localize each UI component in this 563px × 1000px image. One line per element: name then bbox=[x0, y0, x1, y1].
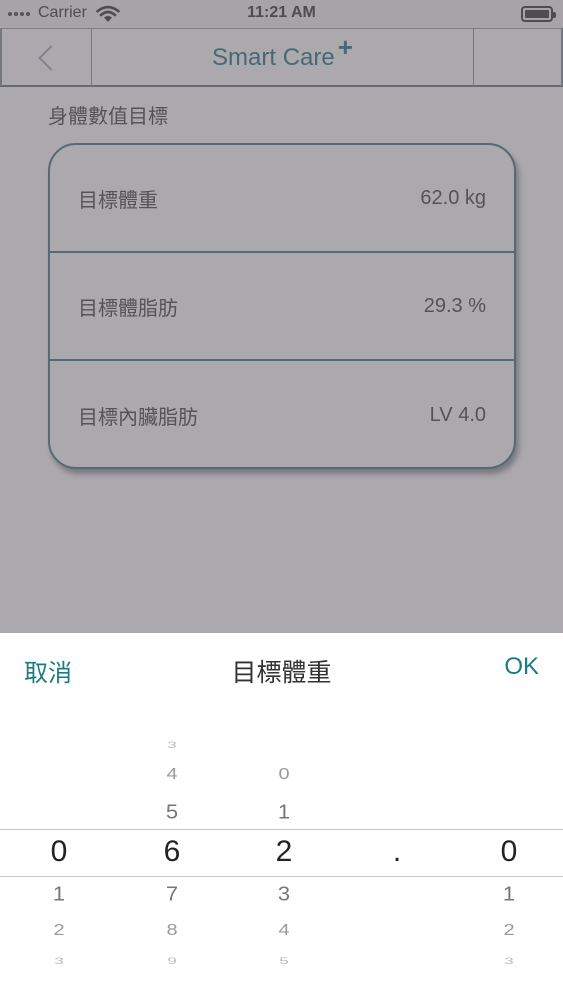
picker-column-ones[interactable]: 3 4 5 6 7 8 9 bbox=[142, 705, 202, 1000]
picker-option[interactable]: 4 bbox=[142, 765, 202, 783]
nav-right-slot bbox=[473, 29, 563, 86]
picker-option[interactable]: 2 bbox=[479, 921, 539, 939]
picker-option[interactable]: 4 bbox=[254, 921, 314, 939]
picker-column-digit[interactable]: 0 1 2 3 4 5 bbox=[254, 705, 314, 1000]
picker-option[interactable]: 1 bbox=[254, 800, 314, 824]
picker-option[interactable]: 8 bbox=[142, 921, 202, 939]
picker-selected-value[interactable]: 2 bbox=[254, 835, 314, 869]
picker-option[interactable]: 1 bbox=[29, 882, 89, 906]
back-button[interactable] bbox=[0, 29, 92, 86]
goal-label: 目標體重 bbox=[78, 189, 158, 212]
app-title: Smart Care + bbox=[92, 29, 473, 86]
picker-selected-value[interactable]: 6 bbox=[142, 835, 202, 869]
goal-row-weight[interactable]: 目標體重 62.0 kg bbox=[50, 145, 514, 253]
picker-option[interactable]: 3 bbox=[142, 740, 202, 751]
picker-option[interactable]: 0 bbox=[254, 765, 314, 783]
chevron-left-icon bbox=[37, 44, 64, 71]
picker-option[interactable]: 3 bbox=[254, 882, 314, 906]
section-title: 身體數值目標 bbox=[48, 106, 168, 128]
picker-selected-value[interactable]: 0 bbox=[479, 835, 539, 869]
picker-decimal-point: . bbox=[392, 835, 402, 868]
goal-label: 目標體脂肪 bbox=[78, 297, 178, 320]
picker-option[interactable]: 2 bbox=[29, 921, 89, 939]
nav-bar: Smart Care + bbox=[0, 28, 563, 87]
goal-value: 29.3 % bbox=[423, 294, 486, 317]
status-time: 11:21 AM bbox=[247, 4, 316, 21]
picker-title: 目標體重 bbox=[231, 659, 332, 687]
picker-column-tenths[interactable]: 0 1 2 3 bbox=[479, 705, 539, 1000]
picker-option[interactable]: 7 bbox=[142, 882, 202, 906]
picker-header: 取消 目標體重 OK bbox=[0, 633, 563, 705]
goals-card: 目標體重 62.0 kg 目標體脂肪 29.3 % 目標內臟脂肪 LV 4.0 bbox=[48, 143, 516, 469]
picker-option[interactable]: 5 bbox=[254, 956, 314, 967]
ok-button[interactable]: OK bbox=[504, 653, 539, 681]
picker-option[interactable]: 9 bbox=[142, 956, 202, 967]
picker-decimal-column: . bbox=[367, 705, 427, 1000]
app-title-plus: + bbox=[337, 32, 353, 62]
picker-option[interactable]: 1 bbox=[479, 882, 539, 906]
status-bar: Carrier 11:21 AM bbox=[0, 0, 563, 28]
goal-row-body-fat[interactable]: 目標體脂肪 29.3 % bbox=[50, 253, 514, 361]
goal-value: 62.0 kg bbox=[420, 186, 486, 209]
goal-value: LV 4.0 bbox=[429, 403, 486, 426]
picker-option[interactable]: 3 bbox=[479, 956, 539, 967]
goal-row-visceral-fat[interactable]: 目標內臟脂肪 LV 4.0 bbox=[50, 361, 514, 467]
goal-label: 目標內臟脂肪 bbox=[78, 406, 198, 429]
picker-option[interactable]: 5 bbox=[142, 800, 202, 824]
picker-selected-value[interactable]: 0 bbox=[29, 835, 89, 869]
picker-option[interactable]: 3 bbox=[29, 956, 89, 967]
battery-icon bbox=[521, 6, 556, 22]
picker-column-tens[interactable]: 0 1 2 3 bbox=[29, 705, 89, 1000]
picker-sheet: 取消 目標體重 OK 0 1 2 3 3 4 5 6 7 8 9 0 1 2 3… bbox=[0, 633, 563, 1000]
content-area: 身體數值目標 目標體重 62.0 kg 目標體脂肪 29.3 % 目標內臟脂肪 … bbox=[0, 87, 563, 633]
app-title-text: Smart Care bbox=[212, 43, 335, 71]
